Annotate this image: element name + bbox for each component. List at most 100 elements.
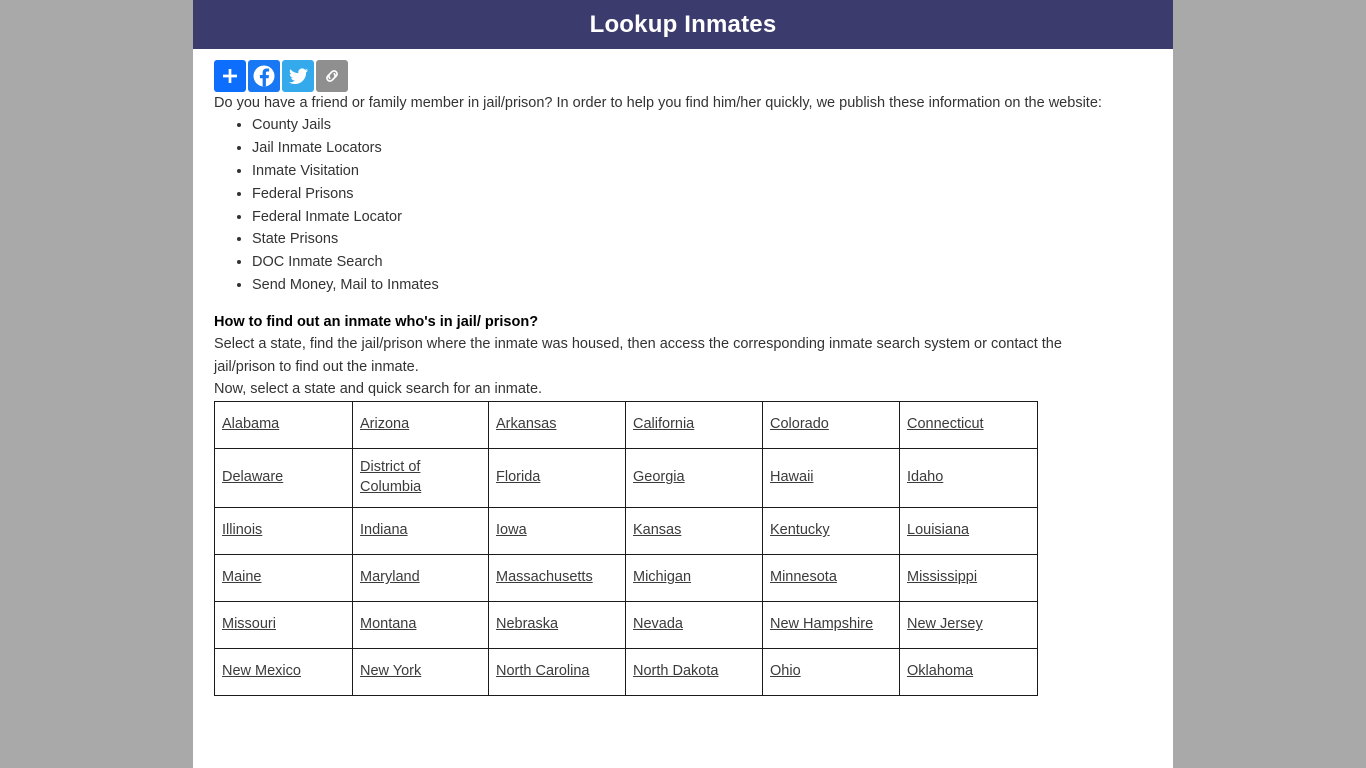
table-cell: New Jersey <box>899 600 1038 649</box>
state-link[interactable]: Mississippi <box>907 569 977 585</box>
table-cell: Maryland <box>352 553 489 602</box>
plus-icon <box>220 66 240 86</box>
state-link[interactable]: Connecticut <box>907 416 984 432</box>
page-title: Lookup Inmates <box>589 10 777 38</box>
copy-link-button[interactable] <box>316 60 348 92</box>
table-cell: Minnesota <box>762 553 900 602</box>
site-header: Lookup Inmates <box>193 0 1173 49</box>
state-link[interactable]: New Mexico <box>222 663 301 679</box>
table-cell: New York <box>352 647 489 696</box>
table-cell: Georgia <box>625 447 763 508</box>
table-row: Alabama Arizona Arkansas California Colo… <box>214 400 1038 449</box>
list-item: Federal Prisons <box>252 183 1152 206</box>
table-cell: Alabama <box>214 400 353 449</box>
state-link[interactable]: Michigan <box>633 569 691 585</box>
table-row: Delaware District of Columbia Florida Ge… <box>214 447 1038 508</box>
table-row: Missouri Montana Nebraska Nevada New Ham… <box>214 600 1038 649</box>
state-link[interactable]: Maryland <box>360 569 420 585</box>
intro-paragraph: Do you have a friend or family member in… <box>214 95 1102 111</box>
addthis-share-button[interactable] <box>214 60 246 92</box>
state-link[interactable]: Colorado <box>770 416 829 432</box>
state-link[interactable]: Iowa <box>496 522 527 538</box>
table-cell: Maine <box>214 553 353 602</box>
table-row: New Mexico New York North Carolina North… <box>214 647 1038 696</box>
list-item: DOC Inmate Search <box>252 251 1152 274</box>
state-link[interactable]: Alabama <box>222 416 279 432</box>
table-cell: New Mexico <box>214 647 353 696</box>
state-link[interactable]: Idaho <box>907 469 943 485</box>
list-item: Federal Inmate Locator <box>252 206 1152 229</box>
state-link[interactable]: Maine <box>222 569 262 585</box>
state-link[interactable]: Nebraska <box>496 616 558 632</box>
table-row: Illinois Indiana Iowa Kansas Kentucky Lo… <box>214 506 1038 555</box>
table-cell: California <box>625 400 763 449</box>
table-cell: District of Columbia <box>352 447 489 508</box>
state-link[interactable]: North Carolina <box>496 663 590 679</box>
state-link[interactable]: Arizona <box>360 416 409 432</box>
state-link[interactable]: Louisiana <box>907 522 969 538</box>
list-item: Jail Inmate Locators <box>252 137 1152 160</box>
state-link[interactable]: Georgia <box>633 469 685 485</box>
state-link[interactable]: Nevada <box>633 616 683 632</box>
state-link[interactable]: Illinois <box>222 522 262 538</box>
state-link[interactable]: New York <box>360 663 421 679</box>
state-link[interactable]: Hawaii <box>770 469 814 485</box>
state-link[interactable]: Kansas <box>633 522 681 538</box>
state-links-table: Alabama Arizona Arkansas California Colo… <box>214 400 1038 696</box>
twitter-bird-icon <box>288 66 309 87</box>
list-item: Inmate Visitation <box>252 160 1152 183</box>
table-cell: Iowa <box>488 506 626 555</box>
table-cell: Louisiana <box>899 506 1038 555</box>
state-link[interactable]: Massachusetts <box>496 569 593 585</box>
table-cell: Montana <box>352 600 489 649</box>
feature-list: County Jails Jail Inmate Locators Inmate… <box>214 114 1152 296</box>
state-link[interactable]: Missouri <box>222 616 276 632</box>
table-cell: Arizona <box>352 400 489 449</box>
state-link[interactable]: New Hampshire <box>770 616 873 632</box>
state-link[interactable]: District of Columbia <box>360 459 421 496</box>
table-cell: Missouri <box>214 600 353 649</box>
table-cell: Idaho <box>899 447 1038 508</box>
state-link[interactable]: Montana <box>360 616 416 632</box>
twitter-share-button[interactable] <box>282 60 314 92</box>
list-item: County Jails <box>252 114 1152 137</box>
state-link[interactable]: Minnesota <box>770 569 837 585</box>
table-cell: Colorado <box>762 400 900 449</box>
facebook-share-button[interactable] <box>248 60 280 92</box>
table-cell: North Carolina <box>488 647 626 696</box>
facebook-icon <box>252 64 276 88</box>
table-cell: Connecticut <box>899 400 1038 449</box>
table-cell: Florida <box>488 447 626 508</box>
table-cell: Mississippi <box>899 553 1038 602</box>
state-link[interactable]: Kentucky <box>770 522 830 538</box>
state-link[interactable]: Arkansas <box>496 416 556 432</box>
list-item: State Prisons <box>252 228 1152 251</box>
howto-heading: How to find out an inmate who's in jail/… <box>214 313 539 330</box>
table-cell: Illinois <box>214 506 353 555</box>
state-link[interactable]: Florida <box>496 469 540 485</box>
state-link[interactable]: Delaware <box>222 469 283 485</box>
table-cell: Indiana <box>352 506 489 555</box>
table-cell: Nevada <box>625 600 763 649</box>
state-link[interactable]: North Dakota <box>633 663 718 679</box>
main-content: Do you have a friend or family member in… <box>193 92 1173 696</box>
table-cell: North Dakota <box>625 647 763 696</box>
table-cell: Kansas <box>625 506 763 555</box>
table-cell: Kentucky <box>762 506 900 555</box>
table-cell: Delaware <box>214 447 353 508</box>
state-link[interactable]: Ohio <box>770 663 801 679</box>
state-link[interactable]: New Jersey <box>907 616 983 632</box>
social-share-bar <box>193 49 1173 92</box>
state-link[interactable]: Oklahoma <box>907 663 973 679</box>
table-cell: Michigan <box>625 553 763 602</box>
table-cell: Nebraska <box>488 600 626 649</box>
table-cell: Ohio <box>762 647 900 696</box>
state-link[interactable]: Indiana <box>360 522 408 538</box>
link-chain-icon <box>322 66 342 86</box>
table-cell: Arkansas <box>488 400 626 449</box>
table-cell: New Hampshire <box>762 600 900 649</box>
table-row: Maine Maryland Massachusetts Michigan Mi… <box>214 553 1038 602</box>
state-link[interactable]: California <box>633 416 694 432</box>
table-cell: Massachusetts <box>488 553 626 602</box>
page-container: Lookup Inmates Do you have a friend or f… <box>193 0 1173 768</box>
